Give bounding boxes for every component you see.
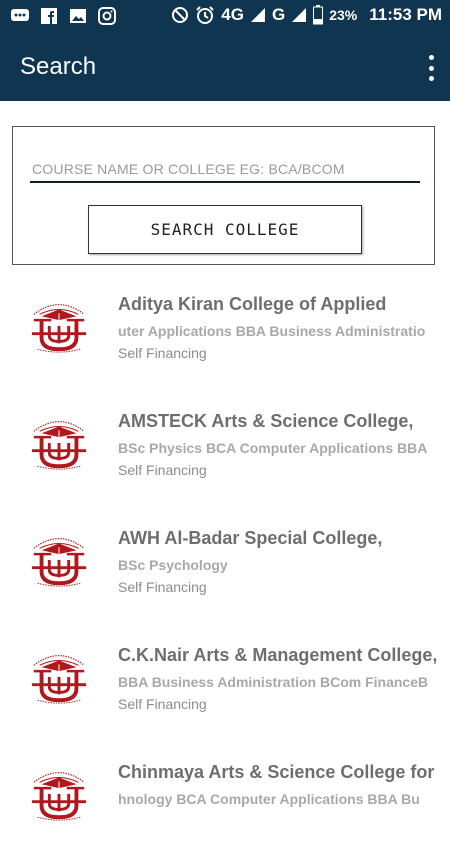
network-type-1: 4G (221, 5, 244, 24)
college-logo-icon (28, 293, 90, 355)
system-status: 4G G 23% 11:53 PM (171, 5, 442, 25)
college-logo-icon (28, 761, 90, 823)
college-courses: BSc Physics BCA Computer Applications BB… (118, 440, 428, 456)
overflow-menu-icon[interactable] (426, 55, 436, 81)
search-input[interactable] (30, 157, 420, 183)
alarm-icon (196, 6, 214, 24)
college-type: Self Financing (118, 345, 207, 361)
status-bar: 4G G 23% 11:53 PM (0, 0, 450, 33)
signal-icon (250, 8, 265, 22)
search-panel: SEARCH COLLEGE (12, 126, 435, 265)
search-college-button[interactable]: SEARCH COLLEGE (88, 205, 362, 254)
college-name: C.K.Nair Arts & Management College, (118, 645, 438, 665)
college-list-item[interactable]: Aditya Kiran College of Applied uter Appl… (0, 283, 450, 400)
college-name: Chinmaya Arts & Science College for (118, 762, 435, 782)
page-title: Search (20, 53, 97, 80)
college-type: Self Financing (118, 462, 207, 478)
clock: 11:53 PM (369, 5, 442, 24)
college-name: Aditya Kiran College of Applied (118, 294, 387, 314)
battery-percent: 23% (329, 7, 358, 23)
college-type: Self Financing (118, 696, 207, 712)
college-logo-icon (28, 410, 90, 472)
notification-icons (10, 7, 117, 25)
college-name: AWH Al-Badar Special College, (118, 528, 383, 548)
college-courses: BBA Business Administration BCom Finance… (118, 674, 429, 690)
battery-icon (313, 5, 324, 25)
college-list-item[interactable]: Chinmaya Arts & Science College for hnolo… (0, 751, 450, 868)
college-type: Self Financing (118, 579, 207, 595)
college-list-item[interactable]: C.K.Nair Arts & Management College, BBA B… (0, 634, 450, 751)
network-type-2: G (271, 5, 286, 24)
app-bar: Search (0, 33, 450, 101)
college-courses: hnology BCA Computer Applications BBA Bu (118, 791, 420, 807)
college-list-item[interactable]: AMSTECK Arts & Science College, BSc Physi… (0, 400, 450, 517)
do-not-disturb-icon (172, 7, 189, 23)
college-list-item[interactable]: AWH Al-Badar Special College, BSc Psychol… (0, 517, 450, 634)
instagram-icon (98, 7, 116, 25)
college-name: AMSTECK Arts & Science College, (118, 411, 414, 431)
college-courses: uter Applications BBA Business Administr… (118, 323, 426, 339)
college-list[interactable]: Aditya Kiran College of Applied uter Appl… (0, 283, 450, 868)
messages-icon (11, 9, 29, 21)
signal-icon-2 (292, 8, 307, 22)
college-logo-icon (28, 644, 90, 706)
college-logo-icon (28, 527, 90, 589)
facebook-icon (41, 8, 57, 24)
college-courses: BSc Psychology (118, 557, 228, 573)
gallery-icon (70, 9, 86, 23)
